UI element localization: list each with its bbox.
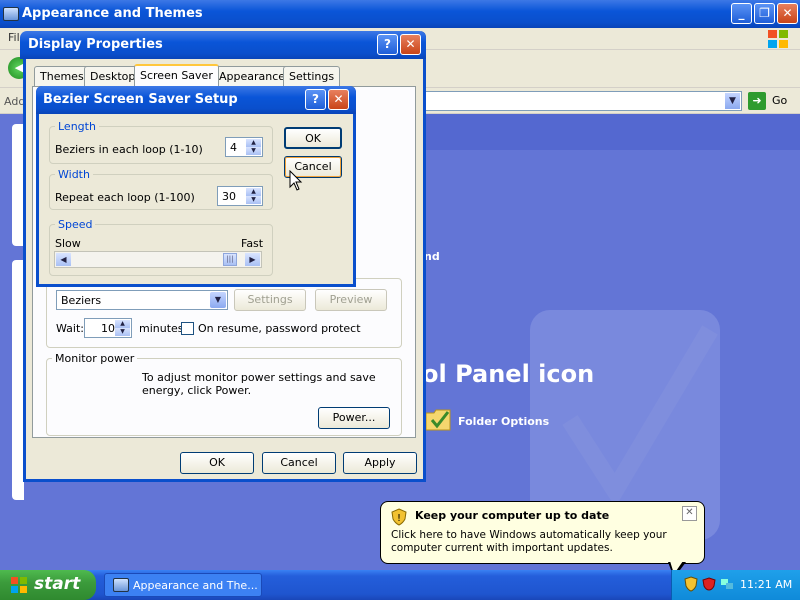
beziers-spinner[interactable]: 4 ▲ ▼ bbox=[225, 137, 263, 157]
close-button[interactable]: ✕ bbox=[400, 34, 421, 55]
network-icon[interactable] bbox=[720, 577, 734, 591]
settings-button[interactable]: Settings bbox=[234, 289, 306, 311]
go-arrow-icon: ➜ bbox=[748, 92, 766, 110]
monitor-power-label: Monitor power bbox=[52, 352, 138, 365]
folder-window-icon bbox=[113, 578, 129, 592]
length-group-label: Length bbox=[55, 120, 99, 133]
monitor-power-text: To adjust monitor power settings and sav… bbox=[142, 371, 376, 397]
bezier-ok-button[interactable]: OK bbox=[284, 127, 342, 149]
explorer-title: Appearance and Themes bbox=[22, 6, 203, 21]
spin-up-icon[interactable]: ▲ bbox=[246, 139, 261, 147]
repeat-label: Repeat each loop (1-100) bbox=[55, 191, 195, 204]
security-alert-icon[interactable] bbox=[684, 576, 698, 592]
cancel-button[interactable]: Cancel bbox=[262, 452, 336, 474]
maximize-button[interactable]: ❐ bbox=[754, 3, 775, 24]
content-header-band bbox=[420, 114, 800, 150]
minutes-label: minutes bbox=[139, 322, 184, 335]
folder-options-link[interactable]: Folder Options bbox=[458, 415, 549, 428]
spin-down-icon[interactable]: ▼ bbox=[115, 328, 130, 336]
screen-saver-select[interactable]: Beziers ▼ bbox=[56, 290, 228, 310]
windows-logo-icon bbox=[768, 30, 788, 48]
go-label: Go bbox=[772, 94, 788, 107]
start-button[interactable]: start bbox=[0, 570, 96, 600]
spin-up-icon[interactable]: ▲ bbox=[115, 320, 130, 328]
folder-window-icon bbox=[3, 7, 19, 21]
password-protect-label: On resume, password protect bbox=[198, 322, 361, 335]
beziers-label: Beziers in each loop (1-10) bbox=[55, 143, 203, 156]
go-button[interactable]: ➜ Go bbox=[746, 91, 796, 111]
start-label: start bbox=[34, 574, 81, 594]
ok-button[interactable]: OK bbox=[180, 452, 254, 474]
mouse-cursor-icon bbox=[289, 170, 303, 191]
bezier-setup-title: Bezier Screen Saver Setup bbox=[43, 92, 238, 107]
tab-screen-saver[interactable]: Screen Saver bbox=[134, 64, 219, 87]
address-dropdown-icon[interactable]: ▼ bbox=[724, 92, 741, 110]
balloon-close-icon[interactable]: ✕ bbox=[682, 506, 697, 521]
display-properties-title: Display Properties bbox=[28, 37, 163, 52]
tab-settings[interactable]: Settings bbox=[283, 66, 341, 86]
power-button[interactable]: Power... bbox=[318, 407, 390, 429]
help-button[interactable]: ? bbox=[305, 89, 326, 110]
spin-down-icon[interactable]: ▼ bbox=[246, 196, 261, 204]
taskbar-item-label: Appearance and The... bbox=[133, 579, 258, 592]
taskbar-item-appearance-and-themes[interactable]: Appearance and The... bbox=[104, 573, 262, 597]
beziers-value: 4 bbox=[230, 141, 237, 154]
speed-group-label: Speed bbox=[55, 218, 96, 231]
repeat-value: 30 bbox=[222, 190, 236, 203]
slow-label: Slow bbox=[55, 237, 81, 250]
tab-appearance[interactable]: Appearance bbox=[213, 66, 292, 86]
minimize-button[interactable]: _ bbox=[731, 3, 752, 24]
wait-value: 10 bbox=[101, 322, 115, 335]
wait-spinner[interactable]: 10 ▲ ▼ bbox=[84, 318, 132, 338]
clock: 11:21 AM bbox=[740, 578, 793, 591]
close-button[interactable]: ✕ bbox=[328, 89, 349, 110]
update-balloon[interactable]: ! Keep your computer up to date ✕ Click … bbox=[380, 501, 705, 564]
shield-icon: ! bbox=[391, 508, 407, 526]
spin-up-icon[interactable]: ▲ bbox=[246, 188, 261, 196]
balloon-text: Click here to have Windows automatically… bbox=[391, 529, 667, 554]
tab-themes[interactable]: Themes bbox=[34, 66, 90, 86]
repeat-spinner[interactable]: 30 ▲ ▼ bbox=[217, 186, 263, 206]
spin-down-icon[interactable]: ▼ bbox=[246, 147, 261, 155]
speed-scrollbar[interactable]: ◀ ▶ ||| bbox=[54, 251, 262, 268]
explorer-titlebar[interactable]: Appearance and Themes _ ❐ ✕ bbox=[0, 0, 800, 28]
balloon-title: Keep your computer up to date bbox=[415, 509, 610, 522]
content-text-fragment: nd bbox=[424, 250, 440, 263]
width-group-label: Width bbox=[55, 168, 93, 181]
speed-slider-thumb[interactable]: ||| bbox=[223, 253, 237, 266]
folder-options-icon[interactable] bbox=[424, 406, 452, 432]
apply-button[interactable]: Apply bbox=[343, 452, 417, 474]
password-protect-checkbox[interactable] bbox=[181, 322, 194, 335]
scroll-left-icon[interactable]: ◀ bbox=[56, 253, 71, 266]
speed-group bbox=[49, 224, 273, 276]
preview-button[interactable]: Preview bbox=[315, 289, 387, 311]
address-input[interactable] bbox=[422, 91, 742, 111]
close-button[interactable]: ✕ bbox=[777, 3, 798, 24]
firewall-shield-icon[interactable] bbox=[702, 577, 716, 591]
tab-desktop[interactable]: Desktop bbox=[84, 66, 142, 86]
wait-label: Wait: bbox=[56, 322, 84, 335]
help-button[interactable]: ? bbox=[377, 34, 398, 55]
scroll-right-icon[interactable]: ▶ bbox=[245, 253, 260, 266]
content-heading: ol Panel icon bbox=[422, 360, 595, 388]
svg-text:!: ! bbox=[397, 513, 401, 524]
chevron-down-icon: ▼ bbox=[210, 292, 226, 308]
windows-flag-icon bbox=[11, 577, 27, 593]
fast-label: Fast bbox=[241, 237, 264, 250]
screen-saver-value: Beziers bbox=[61, 294, 102, 307]
